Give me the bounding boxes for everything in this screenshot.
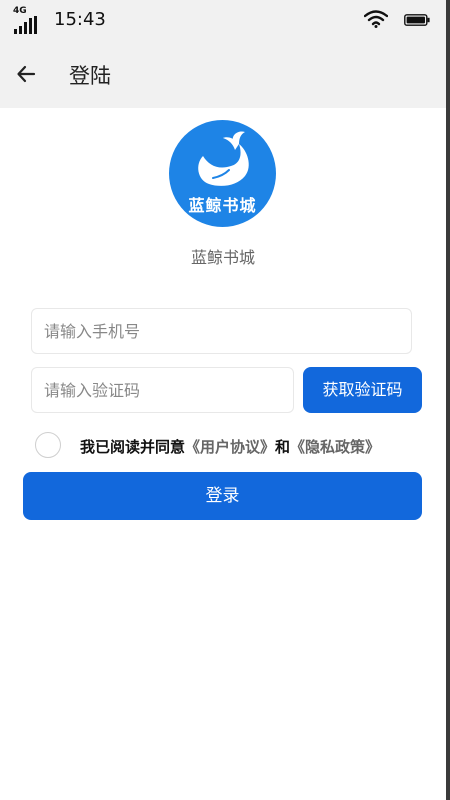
app-header: 登陆 xyxy=(0,40,446,108)
signal-icon xyxy=(14,16,37,34)
user-agreement-link[interactable]: 《用户协议》 xyxy=(185,438,275,456)
app-name: 蓝鲸书城 xyxy=(190,248,255,267)
wifi-icon xyxy=(364,10,388,28)
logo-text: 蓝鲸书城 xyxy=(188,196,257,215)
back-button[interactable] xyxy=(8,56,44,92)
status-time: 15:43 xyxy=(54,9,106,30)
battery-icon xyxy=(404,14,430,26)
agreement-checkbox[interactable] xyxy=(35,432,61,458)
network-type-label: 4G xyxy=(13,6,27,16)
arrow-left-icon xyxy=(17,65,36,83)
agreement-conjunction: 和 xyxy=(275,438,291,456)
get-code-button[interactable]: 获取验证码 xyxy=(303,367,422,413)
phone-input[interactable] xyxy=(32,309,411,353)
privacy-policy-link[interactable]: 《隐私政策》 xyxy=(290,438,380,456)
page-title: 登陆 xyxy=(69,64,111,88)
phone-field[interactable] xyxy=(31,308,412,354)
verification-code-input[interactable] xyxy=(32,368,293,412)
code-field[interactable] xyxy=(31,367,294,413)
login-screen: 4G 15:43 登陆 蓝鲸书城 蓝鲸书城 请输入手机号 请输入验证码 获取验证… xyxy=(0,0,450,800)
window-edge xyxy=(446,0,450,800)
login-button[interactable]: 登录 xyxy=(23,472,422,520)
status-bar: 4G 15:43 xyxy=(0,0,446,40)
agreement-prefix: 我已阅读并同意 xyxy=(80,438,186,456)
app-logo: 蓝鲸书城 xyxy=(169,120,276,227)
agreement-text: 我已阅读并同意《用户协议》和《隐私政策》 xyxy=(80,436,430,457)
